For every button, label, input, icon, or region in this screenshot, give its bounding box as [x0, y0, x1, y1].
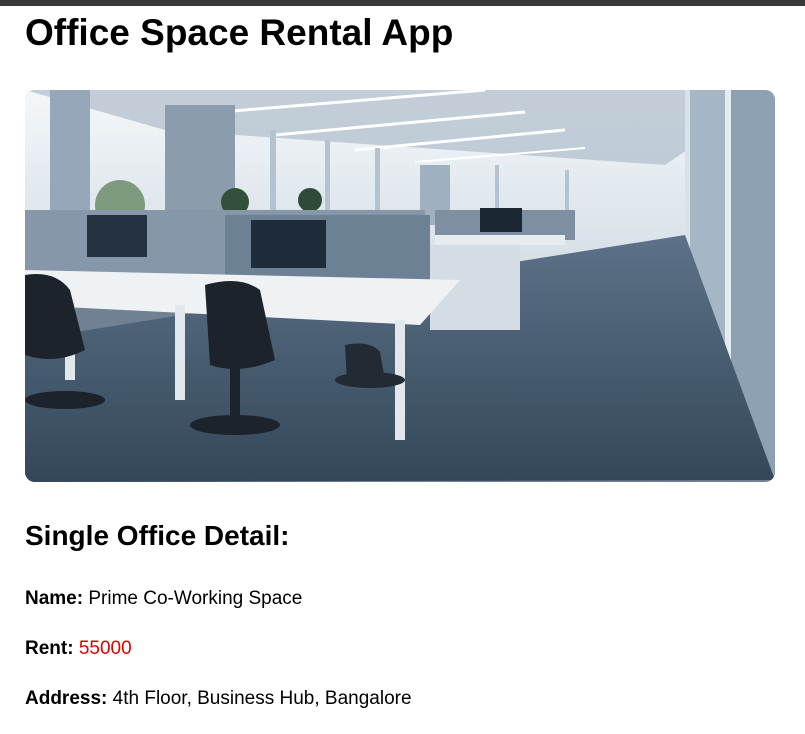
name-value: Prime Co-Working Space — [88, 588, 303, 609]
office-rent-row: Rent: 55000 — [25, 637, 132, 661]
address-label: Address: — [25, 688, 108, 709]
office-address-row: Address: 4th Floor, Business Hub, Bangal… — [25, 687, 412, 711]
address-value: 4th Floor, Business Hub, Bangalore — [112, 688, 412, 709]
office-name-row: Name: Prime Co-Working Space — [25, 587, 302, 611]
window-top-bar — [0, 0, 805, 6]
rent-value: 55000 — [78, 638, 132, 659]
office-image — [25, 90, 775, 482]
name-label: Name: — [25, 588, 84, 609]
section-heading: Single Office Detail: — [25, 520, 290, 551]
page-title: Office Space Rental App — [25, 12, 454, 53]
rent-label: Rent: — [25, 638, 74, 659]
